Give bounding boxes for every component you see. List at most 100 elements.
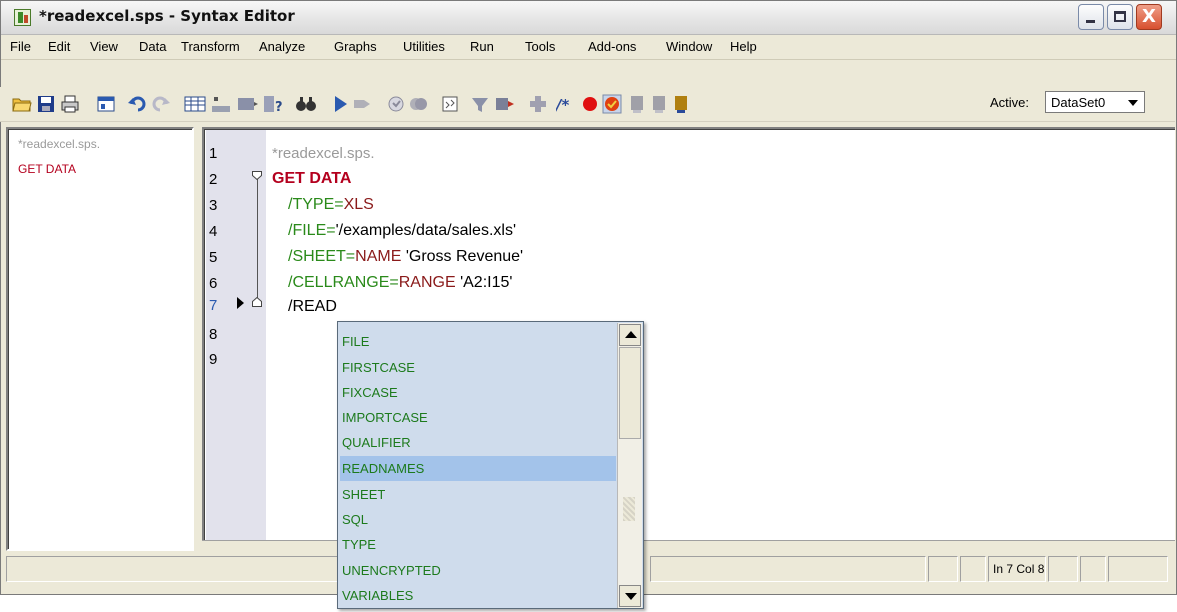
minimize-icon — [1086, 20, 1095, 23]
autocomplete-scrollbar[interactable] — [617, 323, 642, 608]
value: 'A2:I15' — [455, 274, 513, 291]
code-line-6[interactable]: /CELLRANGE=RANGE 'A2:I15' — [288, 274, 512, 292]
maximize-button[interactable] — [1107, 4, 1133, 30]
previous-bookmark-icon[interactable] — [672, 94, 690, 114]
menu-help[interactable]: Help — [730, 39, 757, 54]
goto-case-icon[interactable] — [210, 94, 232, 114]
print-icon[interactable] — [60, 94, 80, 114]
scroll-up-icon[interactable] — [619, 324, 641, 346]
svg-text:?: ? — [275, 100, 283, 114]
code-line-5[interactable]: /SHEET=NAME 'Gross Revenue' — [288, 248, 523, 266]
show-value-labels-icon[interactable] — [494, 94, 516, 114]
menu-graphs[interactable]: Graphs — [334, 39, 377, 54]
fold-line — [257, 178, 258, 298]
redo-icon[interactable] — [150, 94, 170, 114]
bookmark-icon[interactable] — [628, 94, 646, 114]
fold-end-icon — [252, 297, 262, 307]
menu-view[interactable]: View — [90, 39, 118, 54]
autocomplete-item-firstcase[interactable]: FIRSTCASE — [340, 355, 616, 380]
run-selection-icon[interactable] — [330, 94, 350, 114]
autocomplete-item-importcase[interactable]: IMPORTCASE — [340, 405, 616, 430]
find-icon[interactable] — [295, 94, 317, 114]
autocomplete-item-sheet[interactable]: SHEET — [340, 482, 616, 507]
status-cell — [960, 556, 986, 582]
subcommand: /SHEET= — [288, 248, 356, 265]
menu-edit[interactable]: Edit — [48, 39, 70, 54]
save-disk-icon[interactable] — [36, 94, 56, 114]
menu-data[interactable]: Data — [139, 39, 166, 54]
menu-utilities[interactable]: Utilities — [403, 39, 445, 54]
menu-add-ons[interactable]: Add-ons — [588, 39, 636, 54]
scroll-down-icon[interactable] — [619, 585, 641, 607]
status-cell-info — [650, 556, 926, 582]
code-line-2[interactable]: GET DATA — [272, 170, 351, 188]
status-cell-position: In 7 Col 8 — [988, 556, 1046, 582]
syntax-help-icon[interactable] — [440, 94, 460, 114]
value: '/examples/data/sales.xls' — [335, 222, 516, 239]
scroll-thumb[interactable] — [619, 347, 641, 439]
status-cell — [928, 556, 958, 582]
maximize-icon — [1114, 11, 1126, 22]
minimize-button[interactable] — [1078, 4, 1104, 30]
syntax-editor-app-icon — [14, 9, 31, 26]
keyword: RANGE — [398, 274, 456, 291]
menu-tools[interactable]: Tools — [525, 39, 555, 54]
close-icon: X — [1142, 6, 1156, 27]
menu-window[interactable]: Window — [666, 39, 712, 54]
autocomplete-item-fixcase[interactable]: FIXCASE — [340, 380, 616, 405]
active-dataset-label: Active: — [990, 95, 1030, 110]
autocomplete-item-sql[interactable]: SQL — [340, 507, 616, 532]
code-line-4[interactable]: /FILE='/examples/data/sales.xls' — [288, 222, 516, 240]
menu-file[interactable]: File — [10, 39, 31, 54]
line-number: 1 — [209, 145, 218, 162]
line-number: 3 — [209, 197, 218, 214]
select-cases-icon[interactable] — [470, 94, 492, 114]
use-variable-sets-icon[interactable] — [528, 94, 548, 114]
status-cell-processor — [6, 556, 338, 582]
breakpoint-icon[interactable] — [580, 94, 600, 114]
svg-text:/*: /* — [556, 96, 569, 114]
nav-item-get-data[interactable]: GET DATA — [18, 162, 76, 176]
chevron-down-icon — [1128, 100, 1138, 106]
active-dataset-select[interactable]: DataSet0 — [1045, 91, 1145, 113]
validate-icon[interactable] — [386, 94, 406, 114]
title-bar[interactable]: *readexcel.sps - Syntax Editor X — [1, 1, 1176, 35]
autocomplete-item-file[interactable]: FILE — [340, 329, 616, 354]
goto-variable-icon[interactable] — [236, 94, 258, 114]
run-all-icon[interactable] — [408, 94, 428, 114]
next-bookmark-icon[interactable] — [650, 94, 668, 114]
menu-analyze[interactable]: Analyze — [259, 39, 305, 54]
current-line-arrow-icon — [237, 297, 244, 309]
open-folder-icon[interactable] — [12, 94, 32, 114]
autocomplete-item-variables[interactable]: VARIABLES — [340, 583, 616, 608]
step-icon[interactable] — [602, 94, 622, 114]
autocomplete-item-qualifier[interactable]: QUALIFIER — [340, 430, 616, 455]
dialog-recall-icon[interactable] — [96, 94, 116, 114]
autocomplete-item-type[interactable]: TYPE — [340, 532, 616, 557]
status-cell — [1080, 556, 1106, 582]
menu-transform[interactable]: Transform — [181, 39, 240, 54]
code-line-7[interactable]: /READ — [288, 298, 337, 316]
active-dataset-value: DataSet0 — [1051, 95, 1106, 110]
comment-icon[interactable]: /* — [556, 94, 578, 114]
stop-processor-icon[interactable] — [352, 94, 372, 114]
menu-bar: File Edit View Data Transform Analyze Gr… — [1, 35, 1176, 60]
autocomplete-item-readnames[interactable]: READNAMES — [340, 456, 616, 481]
nav-item-comment[interactable]: *readexcel.sps. — [18, 137, 100, 151]
cursor-position: In 7 Col 8 — [993, 562, 1045, 576]
code-line-1[interactable]: *readexcel.sps. — [272, 145, 375, 162]
close-button[interactable]: X — [1136, 4, 1162, 30]
undo-icon[interactable] — [128, 94, 148, 114]
menu-run[interactable]: Run — [470, 39, 494, 54]
line-number-current: 7 — [209, 297, 218, 314]
fold-collapse-icon[interactable] — [252, 171, 262, 180]
autocomplete-item-unencrypted[interactable]: UNENCRYPTED — [340, 558, 616, 583]
status-cell — [1048, 556, 1078, 582]
navigation-pane[interactable]: *readexcel.sps. GET DATA — [6, 127, 194, 551]
goto-data-icon[interactable] — [184, 94, 206, 114]
autocomplete-list[interactable]: FILE FIRSTCASE FIXCASE IMPORTCASE QUALIF… — [337, 321, 644, 609]
window-title: *readexcel.sps - Syntax Editor — [39, 7, 295, 25]
line-number: 2 — [209, 171, 218, 188]
variables-icon[interactable]: ? — [262, 94, 284, 114]
code-line-3[interactable]: /TYPE=XLS — [288, 196, 374, 214]
